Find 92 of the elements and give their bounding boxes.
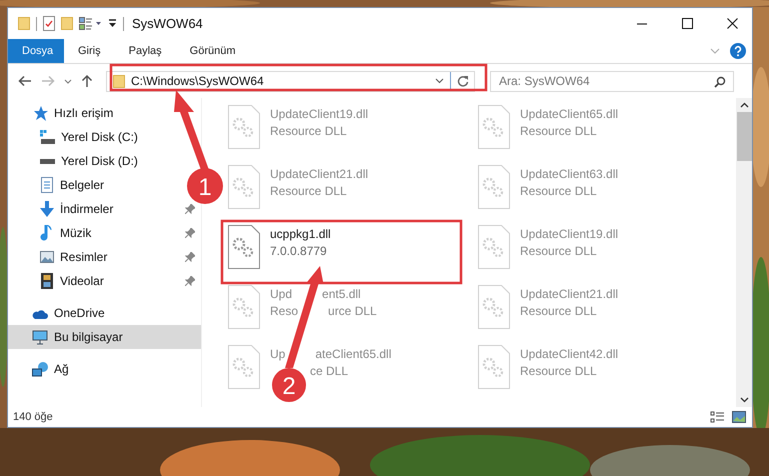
back-icon[interactable] [18,75,32,87]
sidebar-label: Ağ [54,362,69,376]
file-name: ucppkg1.dll [270,227,331,241]
file-name: ateClient65.dll [315,347,392,361]
pin-icon[interactable] [185,204,195,214]
forward-icon[interactable] [41,75,55,87]
file-name: Upd [270,287,292,301]
file-detail: ce DLL [310,364,348,378]
customize-toolbar-icon[interactable] [108,19,117,28]
address-bar[interactable]: C:\Windows\SysWOW64 [106,70,475,92]
sidebar-label: Yerel Disk (D:) [61,154,138,168]
sidebar-label: Hızlı erişim [54,106,114,120]
sidebar-label: OneDrive [54,306,105,320]
file-detail: Resource DLL [270,184,347,198]
file-name: UpdateClient65.dll [520,107,618,121]
file-detail: Resource DLL [520,244,597,258]
ribbon-tab[interactable]: Görünüm [176,39,250,63]
file-name: UpdateClient63.dll [520,167,618,181]
file-name: ent5.dll [322,287,361,301]
ribbon-tab[interactable]: Paylaş [114,39,176,63]
sidebar-label: Resimler [60,250,108,264]
sidebar-label: İndirmeler [60,202,114,216]
film-icon [40,273,54,289]
monitor-icon [32,330,48,344]
image-icon [40,249,54,265]
sidebar-item[interactable]: OneDrive [8,301,158,325]
file-detail: Resource DLL [270,124,347,138]
scroll-down-icon[interactable] [740,397,748,403]
close-icon[interactable] [727,18,738,29]
pin-icon[interactable] [185,228,195,238]
file-detail: Resource DLL [520,364,597,378]
sidebar-item[interactable]: Videolar [8,269,201,293]
scrollbar[interactable] [736,98,752,407]
file-detail: 7.0.0.8779 [270,244,327,258]
file-detail: Resource DLL [520,304,597,318]
ribbon-tab[interactable]: Dosya [8,39,64,63]
star-icon [32,106,48,120]
callout-marker: 1 [187,168,223,204]
ribbon-tab[interactable]: Giriş [64,39,115,63]
search-field[interactable]: Ara: SysWOW64 [490,70,734,92]
sidebar-label: Yerel Disk (C:) [61,130,138,144]
sidebar-item[interactable]: Yerel Disk (D:) [8,149,158,173]
network-icon [32,362,48,376]
sidebar-item[interactable]: Bu bilgisayar [8,325,201,349]
sidebar-label: Bu bilgisayar [54,330,123,344]
search-icon[interactable] [714,76,726,88]
scroll-up-icon[interactable] [740,102,748,108]
file-name: UpdateClient19.dll [520,227,618,241]
file-detail: urce DLL [328,304,377,318]
sidebar-item[interactable]: Hızlı erişim [8,101,158,125]
file-detail: Resource DLL [520,124,597,138]
item-count: 140 öğe [13,411,53,423]
up-icon[interactable] [81,74,93,88]
properties-icon[interactable] [43,16,55,31]
sidebar-item[interactable]: Ağ [8,357,158,381]
download-icon [40,201,54,217]
music-note-icon [40,225,54,241]
address-path: C:\Windows\SysWOW64 [131,74,265,88]
minimize-icon[interactable] [636,22,648,24]
details-view-icon[interactable] [710,411,724,423]
sidebar-label: Müzik [60,226,92,240]
recent-locations-icon[interactable] [64,78,72,84]
expand-ribbon-icon[interactable] [710,48,720,54]
file-name: UpdateClient19.dll [270,107,368,121]
sidebar-item[interactable]: Resimler [8,245,201,269]
file-name: UpdateClient21.dll [270,167,368,181]
pin-icon[interactable] [185,252,195,262]
drive-icon [40,158,55,164]
sidebar-item[interactable]: Müzik [8,221,201,245]
pin-icon[interactable] [185,276,195,286]
large-icons-view-icon[interactable] [732,411,746,423]
file-detail: Resource DLL [520,184,597,198]
help-icon[interactable] [730,43,746,59]
sidebar-item[interactable]: Belgeler [8,173,158,197]
folder-icon [113,74,125,88]
file-detail: Reso [270,304,298,318]
file-name: UpdateClient21.dll [520,287,618,301]
document-icon [40,177,54,193]
dll-file-icon[interactable] [228,225,260,269]
window-title: SysWOW64 [132,16,203,31]
sidebar-label: Videolar [60,274,104,288]
file-name: UpdateClient42.dll [520,347,618,361]
file-name: Up [270,347,286,361]
sidebar-label: Belgeler [60,178,104,192]
sidebar-item[interactable]: Yerel Disk (C:) [8,125,158,149]
maximize-icon[interactable] [682,18,693,29]
refresh-icon[interactable] [457,75,469,87]
callout-marker: 2 [272,368,306,402]
drive-icon [40,130,55,144]
dropdown-icon[interactable] [435,78,444,84]
scrollbar-thumb[interactable] [736,112,752,161]
view-options-icon[interactable] [79,17,102,30]
